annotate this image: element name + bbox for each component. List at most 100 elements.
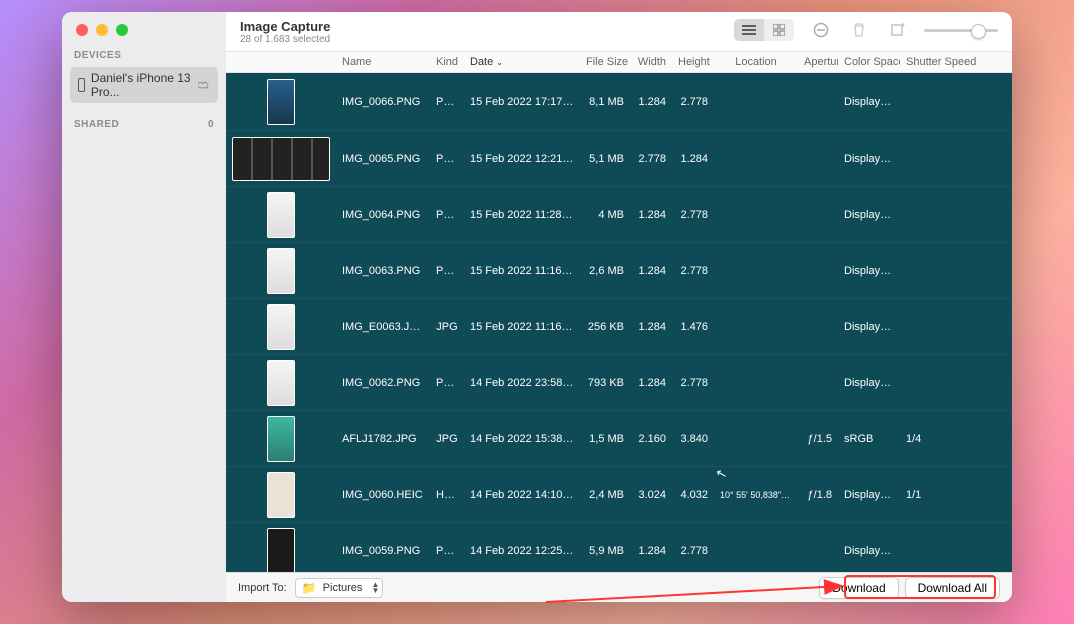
thumbnail — [226, 131, 336, 186]
cell-kind: PNG — [430, 377, 464, 389]
cell-width: 1.284 — [630, 96, 672, 108]
cell-color-space: Display P3 — [838, 96, 900, 108]
cloud-icon — [198, 80, 210, 90]
table-row[interactable]: IMG_0064.PNGPNG15 Feb 2022 11:28:404 MB1… — [226, 187, 1012, 243]
cell-color-space: Display P3 — [838, 209, 900, 221]
cell-height: 1.284 — [672, 153, 714, 165]
table-body[interactable]: IMG_0066.PNGPNG15 Feb 2022 17:17:408,1 M… — [226, 73, 1012, 572]
cell-kind: PNG — [430, 545, 464, 557]
cell-width: 1.284 — [630, 209, 672, 221]
sidebar-section-shared: SHARED 0 — [62, 105, 226, 134]
phone-icon — [78, 78, 85, 92]
footer: Import To: 📁 Pictures ▲▼ Download Downlo… — [226, 572, 1012, 602]
cell-date: 14 Feb 2022 23:58:03 — [464, 377, 580, 389]
cell-kind: PNG — [430, 96, 464, 108]
thumbnail — [226, 187, 336, 242]
cell-size: 2,6 MB — [580, 265, 630, 277]
thumbnail — [226, 243, 336, 298]
column-name[interactable]: Name — [336, 56, 430, 68]
cell-size: 256 KB — [580, 321, 630, 333]
zoom-slider[interactable] — [924, 29, 998, 32]
table-row[interactable]: IMG_0065.PNGPNG15 Feb 2022 12:21:515,1 M… — [226, 131, 1012, 187]
cell-size: 8,1 MB — [580, 96, 630, 108]
sidebar-device-item[interactable]: Daniel's iPhone 13 Pro... — [70, 67, 218, 103]
app-title: Image Capture — [240, 19, 330, 34]
cell-kind: PNG — [430, 153, 464, 165]
cell-name: IMG_0059.PNG — [336, 545, 430, 557]
column-height[interactable]: Height — [672, 56, 714, 68]
cell-name: IMG_0063.PNG — [336, 265, 430, 277]
no-sign-icon — [813, 22, 829, 38]
import-folder-select[interactable]: 📁 Pictures ▲▼ — [295, 578, 384, 598]
import-folder-name: Pictures — [323, 582, 363, 594]
cell-kind: HEIC — [430, 489, 464, 501]
cell-width: 3.024 — [630, 489, 672, 501]
close-window-button[interactable] — [76, 24, 88, 36]
column-aperture[interactable]: Aperture — [798, 56, 838, 68]
cell-kind: PNG — [430, 265, 464, 277]
cell-name: IMG_0065.PNG — [336, 153, 430, 165]
minimize-window-button[interactable] — [96, 24, 108, 36]
column-kind[interactable]: Kind — [430, 56, 464, 68]
download-all-button[interactable]: Download All — [905, 577, 1000, 599]
table-row[interactable]: IMG_0059.PNGPNG14 Feb 2022 12:25:415,9 M… — [226, 523, 1012, 572]
column-date[interactable]: Date ⌄ — [464, 56, 580, 68]
cell-width: 1.284 — [630, 545, 672, 557]
maximize-window-button[interactable] — [116, 24, 128, 36]
cell-date: 14 Feb 2022 12:25:41 — [464, 545, 580, 557]
thumbnail — [226, 523, 336, 572]
column-width[interactable]: Width — [630, 56, 672, 68]
column-shutter-speed[interactable]: Shutter Speed — [900, 56, 1012, 68]
column-file-size[interactable]: File Size — [580, 56, 630, 68]
table-row[interactable]: IMG_E0063.JPGJPG15 Feb 2022 11:16:16256 … — [226, 299, 1012, 355]
cell-width: 2.778 — [630, 153, 672, 165]
blocked-icon-button[interactable] — [810, 19, 832, 41]
cell-color-space: Display P3 — [838, 153, 900, 165]
cell-color-space: sRGB — [838, 433, 900, 445]
updown-arrows-icon: ▲▼ — [372, 582, 380, 594]
cell-shutter-speed: 1/1 — [900, 489, 1012, 501]
cell-size: 5,9 MB — [580, 545, 630, 557]
app-window: DEVICES Daniel's iPhone 13 Pro... SHARED… — [62, 12, 1012, 602]
trash-icon — [852, 22, 866, 38]
column-color-space[interactable]: Color Space — [838, 56, 900, 68]
column-location[interactable]: Location — [714, 56, 798, 68]
cell-height: 3.840 — [672, 433, 714, 445]
sidebar-section-devices: DEVICES — [62, 36, 226, 65]
trash-button[interactable] — [848, 19, 870, 41]
cell-height: 2.778 — [672, 209, 714, 221]
table-row[interactable]: AFLJ1782.JPGJPG14 Feb 2022 15:38:251,5 M… — [226, 411, 1012, 467]
cell-shutter-speed: 1/4 — [900, 433, 1012, 445]
cell-location: 10° 55' 50,838" S 37° 2' 50" W — [714, 490, 798, 500]
list-view-button[interactable] — [734, 19, 764, 41]
table-row[interactable]: IMG_0062.PNGPNG14 Feb 2022 23:58:03793 K… — [226, 355, 1012, 411]
download-button[interactable]: Download — [819, 577, 898, 599]
cell-date: 15 Feb 2022 17:17:40 — [464, 96, 580, 108]
cell-date: 14 Feb 2022 14:10:47 — [464, 489, 580, 501]
list-icon — [742, 25, 756, 35]
cell-width: 1.284 — [630, 321, 672, 333]
cell-aperture: ƒ/1.5 — [798, 433, 838, 445]
cell-name: IMG_0066.PNG — [336, 96, 430, 108]
cell-name: AFLJ1782.JPG — [336, 433, 430, 445]
cell-color-space: Display P3 — [838, 545, 900, 557]
shared-count-badge: 0 — [208, 119, 214, 130]
rotate-button[interactable] — [886, 19, 908, 41]
grid-view-button[interactable] — [764, 19, 794, 41]
toolbar — [734, 19, 998, 41]
cell-width: 1.284 — [630, 265, 672, 277]
cell-size: 793 KB — [580, 377, 630, 389]
sort-descending-icon: ⌄ — [496, 58, 503, 67]
table-row[interactable]: IMG_0066.PNGPNG15 Feb 2022 17:17:408,1 M… — [226, 73, 1012, 131]
cell-size: 1,5 MB — [580, 433, 630, 445]
cell-size: 2,4 MB — [580, 489, 630, 501]
thumbnail — [226, 355, 336, 410]
table-row[interactable]: IMG_0063.PNGPNG15 Feb 2022 11:16:162,6 M… — [226, 243, 1012, 299]
table-row[interactable]: IMG_0060.HEICHEIC14 Feb 2022 14:10:472,4… — [226, 467, 1012, 523]
cell-name: IMG_E0063.JPG — [336, 321, 430, 333]
cell-aperture: ƒ/1.8 — [798, 489, 838, 501]
main-content: Image Capture 28 of 1.683 selected — [226, 12, 1012, 602]
cell-color-space: Display P3 — [838, 377, 900, 389]
cell-size: 4 MB — [580, 209, 630, 221]
cell-width: 2.160 — [630, 433, 672, 445]
